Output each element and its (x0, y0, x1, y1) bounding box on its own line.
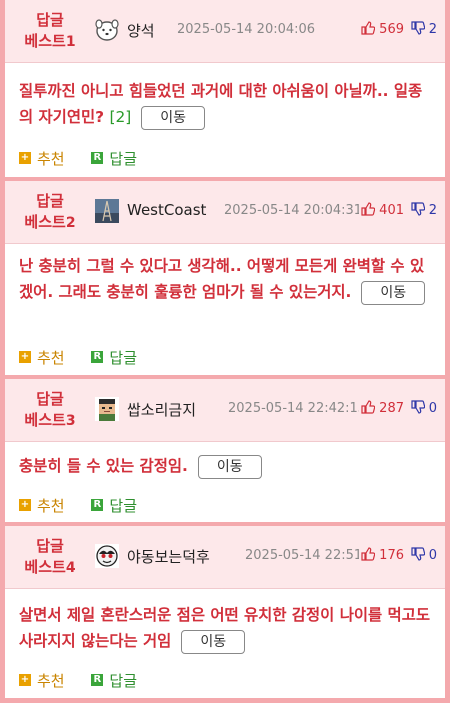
dislike-count-value: 0 (428, 548, 437, 563)
move-button[interactable]: 이동 (361, 280, 426, 305)
badge-label: 답글 (36, 11, 64, 29)
reply-button[interactable]: R 답글 (91, 495, 137, 516)
like-count-value: 401 (379, 203, 404, 218)
recommend-label: 추천 (37, 348, 65, 367)
badge-label-best: 베스트 (24, 558, 66, 576)
reply-text-content: 질투까진 아니고 힘들었던 과거에 대한 아쉬움이 아닐까.. 일종의 자기연민… (19, 82, 423, 126)
badge-rank: 4 (65, 560, 76, 576)
best-reply-badge: 답글 베스트3 (13, 389, 87, 432)
recommend-button[interactable]: + 추천 (19, 670, 65, 691)
thumbs-up-icon (361, 202, 376, 216)
plus-icon: + (19, 152, 31, 164)
badge-label: 답글 (36, 192, 64, 210)
reply-button[interactable]: R 답글 (91, 670, 137, 691)
reply-actions: + 추천 R 답글 (19, 146, 159, 169)
reply-label: 답글 (109, 496, 137, 515)
best-reply-badge: 답글 베스트4 (13, 536, 87, 579)
timestamp: 2025-05-14 20:04:31 (224, 203, 363, 218)
reply-r-icon: R (91, 351, 104, 363)
reply-label: 답글 (109, 149, 137, 168)
plus-icon: + (19, 674, 31, 686)
like-count[interactable]: 569 (359, 21, 404, 37)
best-reply-card: 답글 베스트1 양석 2025-05-14 20:04:06 569 2 질투까… (5, 0, 445, 177)
reply-text: 난 충분히 그럴 수 있다고 생각해.. 어떻게 모든게 완벽할 수 있겠어. … (5, 253, 445, 305)
badge-label-best: 베스트 (24, 213, 66, 231)
reply-text: 충분히 들 수 있는 감정임. 이동 (5, 453, 445, 479)
nickname[interactable]: WestCoast (127, 201, 206, 219)
best-reply-card: 답글 베스트3 쌉소리금지 2025-05-14 22:42:13 287 0 … (5, 379, 445, 522)
move-button[interactable]: 이동 (197, 454, 262, 479)
move-button[interactable]: 이동 (181, 629, 246, 654)
badge-label-best: 베스트 (24, 411, 66, 429)
nickname[interactable]: 양석 (127, 20, 155, 41)
cartoon-face-icon[interactable] (95, 544, 119, 568)
reply-button[interactable]: R 답글 (91, 347, 137, 368)
like-count[interactable]: 401 (359, 202, 404, 218)
reply-label: 답글 (109, 348, 137, 367)
move-button[interactable]: 이동 (141, 105, 206, 130)
dog-face-icon[interactable] (95, 18, 119, 42)
reply-text-content: 충분히 들 수 있는 감정임. (19, 457, 188, 475)
reply-r-icon: R (91, 152, 104, 164)
like-count[interactable]: 287 (359, 400, 404, 416)
reply-count: [2] (109, 108, 132, 126)
dislike-count-value: 2 (428, 203, 437, 218)
plus-icon: + (19, 351, 31, 363)
thumbs-up-icon (361, 400, 376, 414)
best-reply-card: 답글 베스트4 야동보는덕후 2025-05-14 22:51:16 176 0… (5, 526, 445, 698)
reply-text: 살면서 제일 혼란스러운 점은 어떤 유치한 감정이 나이를 먹고도 사라지지 … (5, 602, 445, 654)
like-count-value: 569 (379, 22, 404, 37)
dislike-count-value: 0 (428, 401, 437, 416)
dislike-count[interactable]: 2 (408, 21, 437, 37)
like-count-value: 287 (379, 401, 404, 416)
reply-actions: + 추천 R 답글 (19, 668, 159, 691)
best-reply-badge: 답글 베스트1 (13, 10, 87, 53)
reply-actions: + 추천 R 답글 (19, 493, 159, 516)
timestamp: 2025-05-14 22:42:13 (228, 401, 367, 416)
reply-header: 답글 베스트1 양석 2025-05-14 20:04:06 569 2 (5, 0, 445, 63)
dislike-count-value: 2 (428, 22, 437, 37)
pixel-character-icon[interactable] (95, 397, 119, 421)
reply-actions: + 추천 R 답글 (19, 345, 159, 368)
tower-photo-icon[interactable] (95, 199, 119, 223)
timestamp: 2025-05-14 20:04:06 (177, 22, 316, 37)
nickname[interactable]: 쌉소리금지 (127, 399, 196, 420)
dislike-count[interactable]: 0 (408, 547, 437, 563)
best-reply-badge: 답글 베스트2 (13, 191, 87, 234)
badge-label: 답글 (36, 390, 64, 408)
reply-header: 답글 베스트4 야동보는덕후 2025-05-14 22:51:16 176 0 (5, 526, 445, 589)
plus-icon: + (19, 499, 31, 511)
nickname[interactable]: 야동보는덕후 (127, 546, 210, 567)
dislike-count[interactable]: 2 (408, 202, 437, 218)
recommend-button[interactable]: + 추천 (19, 148, 65, 169)
badge-label-best: 베스트 (24, 32, 66, 50)
thumbs-up-icon (361, 21, 376, 35)
badge-rank: 2 (65, 215, 76, 231)
recommend-label: 추천 (37, 671, 65, 690)
reply-header: 답글 베스트2 WestCoast 2025-05-14 20:04:31 40… (5, 181, 445, 244)
like-count-value: 176 (379, 548, 404, 563)
thumbs-down-icon (410, 400, 425, 414)
reply-text: 질투까진 아니고 힘들었던 과거에 대한 아쉬움이 아닐까.. 일종의 자기연민… (5, 78, 445, 130)
reply-label: 답글 (109, 671, 137, 690)
thumbs-down-icon (410, 202, 425, 216)
recommend-button[interactable]: + 추천 (19, 495, 65, 516)
reply-r-icon: R (91, 499, 104, 511)
recommend-button[interactable]: + 추천 (19, 347, 65, 368)
recommend-label: 추천 (37, 496, 65, 515)
reply-header: 답글 베스트3 쌉소리금지 2025-05-14 22:42:13 287 0 (5, 379, 445, 442)
like-count[interactable]: 176 (359, 547, 404, 563)
badge-rank: 1 (65, 34, 76, 50)
thumbs-down-icon (410, 21, 425, 35)
reply-button[interactable]: R 답글 (91, 148, 137, 169)
badge-label: 답글 (36, 537, 64, 555)
thumbs-up-icon (361, 547, 376, 561)
thumbs-down-icon (410, 547, 425, 561)
dislike-count[interactable]: 0 (408, 400, 437, 416)
best-reply-card: 답글 베스트2 WestCoast 2025-05-14 20:04:31 40… (5, 181, 445, 375)
badge-rank: 3 (65, 413, 76, 429)
recommend-label: 추천 (37, 149, 65, 168)
reply-r-icon: R (91, 674, 104, 686)
